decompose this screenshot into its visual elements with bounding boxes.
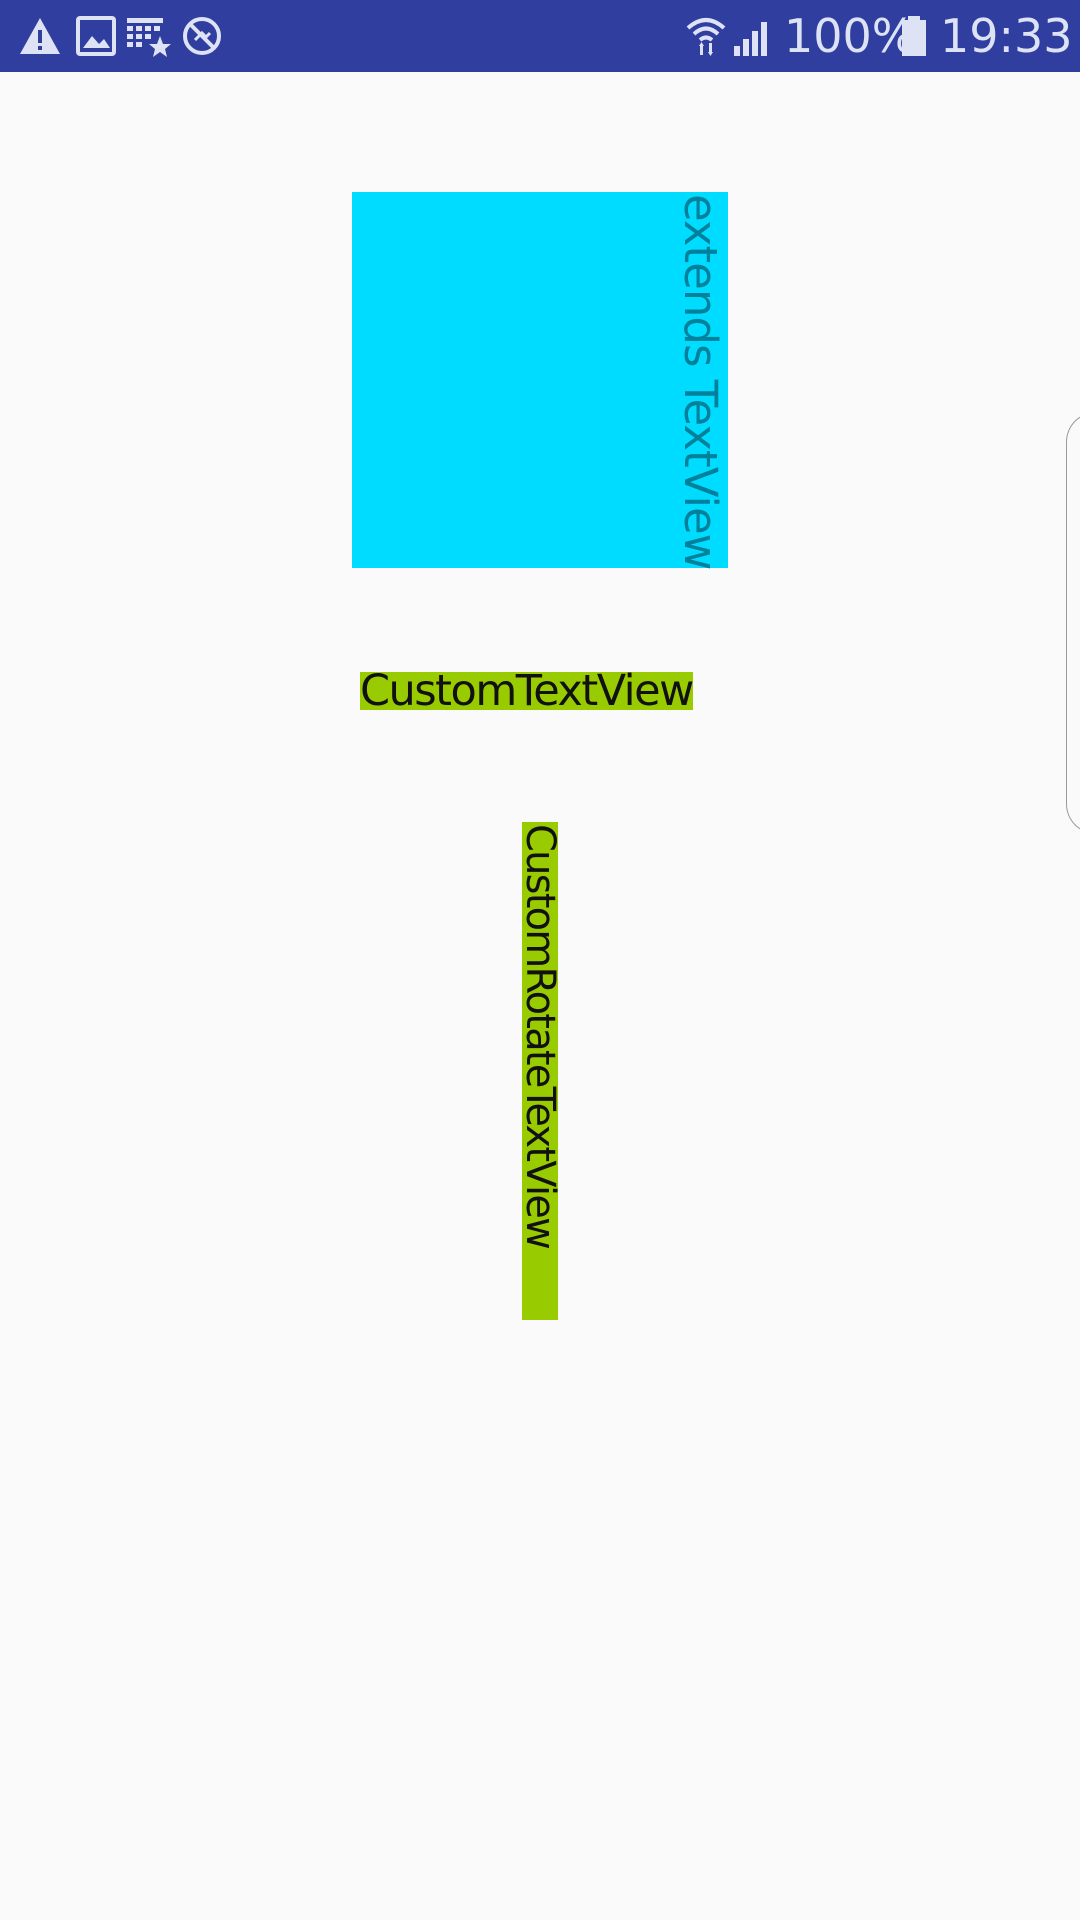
calendar-star-icon — [127, 18, 171, 57]
battery-icon — [902, 16, 926, 56]
custom-textview: CustomTextView — [360, 666, 694, 716]
image-icon — [76, 16, 116, 56]
custom-rotate-textview-label: CustomRotateTextView — [517, 824, 563, 1249]
main-content: extends TextView CustomTextView CustomRo… — [0, 72, 1080, 1920]
extends-textview-label: extends TextView — [674, 194, 727, 570]
blocked-icon — [183, 17, 221, 55]
status-bar: 100% 19:33 — [0, 0, 1080, 72]
clock: 19:33 — [940, 9, 1073, 63]
warning-icon — [20, 18, 60, 54]
battery-percent: 100% — [784, 9, 916, 63]
wifi-icon — [686, 18, 726, 56]
signal-icon — [734, 22, 767, 56]
edge-panel-handle[interactable] — [1066, 412, 1080, 834]
